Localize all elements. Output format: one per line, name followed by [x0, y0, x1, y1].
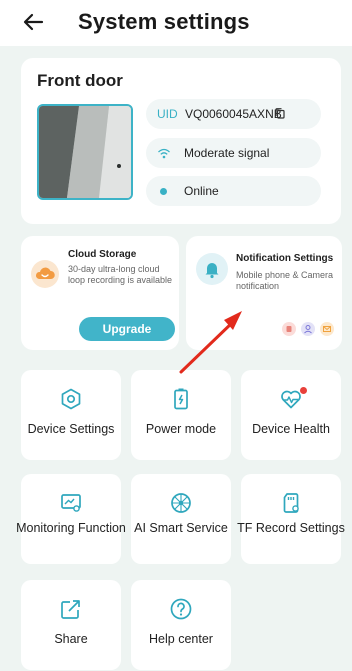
- bell-icon: [205, 263, 219, 279]
- cloud-storage-title: Cloud Storage: [68, 249, 137, 260]
- alarm-mini-icon: [282, 322, 296, 336]
- sd-card-icon: [283, 493, 299, 513]
- help-center-label: Help center: [149, 632, 213, 646]
- share-label: Share: [54, 632, 88, 646]
- device-name: Front door: [37, 71, 123, 90]
- battery-icon: [174, 388, 188, 410]
- camera-preview-image: [39, 106, 131, 198]
- power-mode-tile[interactable]: Power mode: [131, 370, 231, 460]
- cloud-icon-bg: [31, 260, 59, 288]
- monitor-icon: [61, 494, 81, 512]
- hexagon-gear-icon: [61, 388, 81, 410]
- uid-pill: UID VQ0060045AXNB: [146, 99, 321, 129]
- notification-settings-card[interactable]: Notification Settings Mobile phone & Cam…: [186, 236, 342, 350]
- ai-smart-service-label: AI Smart Service: [134, 521, 228, 535]
- bell-icon-bg: [196, 253, 228, 285]
- tf-record-settings-label: TF Record Settings: [237, 521, 345, 535]
- share-tile[interactable]: Share: [21, 580, 121, 670]
- device-health-label: Device Health: [252, 422, 330, 436]
- help-center-tile[interactable]: Help center: [131, 580, 231, 670]
- mail-mini-icon: [320, 322, 334, 336]
- ai-network-icon: [171, 493, 191, 513]
- device-settings-label: Device Settings: [27, 422, 115, 436]
- monitoring-function-label: Monitoring Function: [16, 521, 126, 535]
- ai-smart-service-tile[interactable]: AI Smart Service: [131, 474, 231, 564]
- upgrade-button[interactable]: Upgrade: [79, 317, 175, 341]
- monitoring-function-tile[interactable]: Monitoring Function: [16, 474, 126, 564]
- wifi-signal-icon: [158, 148, 170, 159]
- cloud-icon: [35, 267, 55, 279]
- device-health-tile[interactable]: Device Health: [241, 370, 341, 460]
- uid-label: UID: [157, 107, 178, 121]
- online-dot-icon: [160, 188, 167, 195]
- signal-status: Moderate signal: [184, 146, 270, 160]
- notification-settings-description: Mobile phone & Camera notification: [236, 270, 334, 291]
- cloud-storage-description: 30-day ultra-long cloud loop recording i…: [68, 264, 173, 285]
- online-status: Online: [184, 184, 219, 198]
- power-mode-label: Power mode: [145, 422, 217, 436]
- uid-value: VQ0060045AXNB: [185, 107, 282, 121]
- top-bar: System settings: [0, 0, 352, 46]
- cloud-storage-card[interactable]: Cloud Storage 30-day ultra-long cloud lo…: [21, 236, 179, 350]
- share-icon: [61, 600, 80, 619]
- back-arrow-icon[interactable]: [20, 8, 48, 36]
- copy-icon[interactable]: [275, 108, 285, 119]
- user-mini-icon: [301, 322, 315, 336]
- page-title: System settings: [78, 9, 250, 34]
- tf-record-settings-tile[interactable]: TF Record Settings: [237, 474, 345, 564]
- signal-pill: Moderate signal: [146, 138, 321, 168]
- device-settings-tile[interactable]: Device Settings: [21, 370, 121, 460]
- device-card: Front door UID VQ0060045AXNB Moderate si…: [21, 58, 341, 224]
- help-icon: [170, 598, 192, 620]
- notification-settings-title: Notification Settings: [236, 253, 334, 264]
- notification-badge: [300, 387, 307, 394]
- camera-preview[interactable]: [37, 104, 133, 200]
- online-pill: Online: [146, 176, 321, 206]
